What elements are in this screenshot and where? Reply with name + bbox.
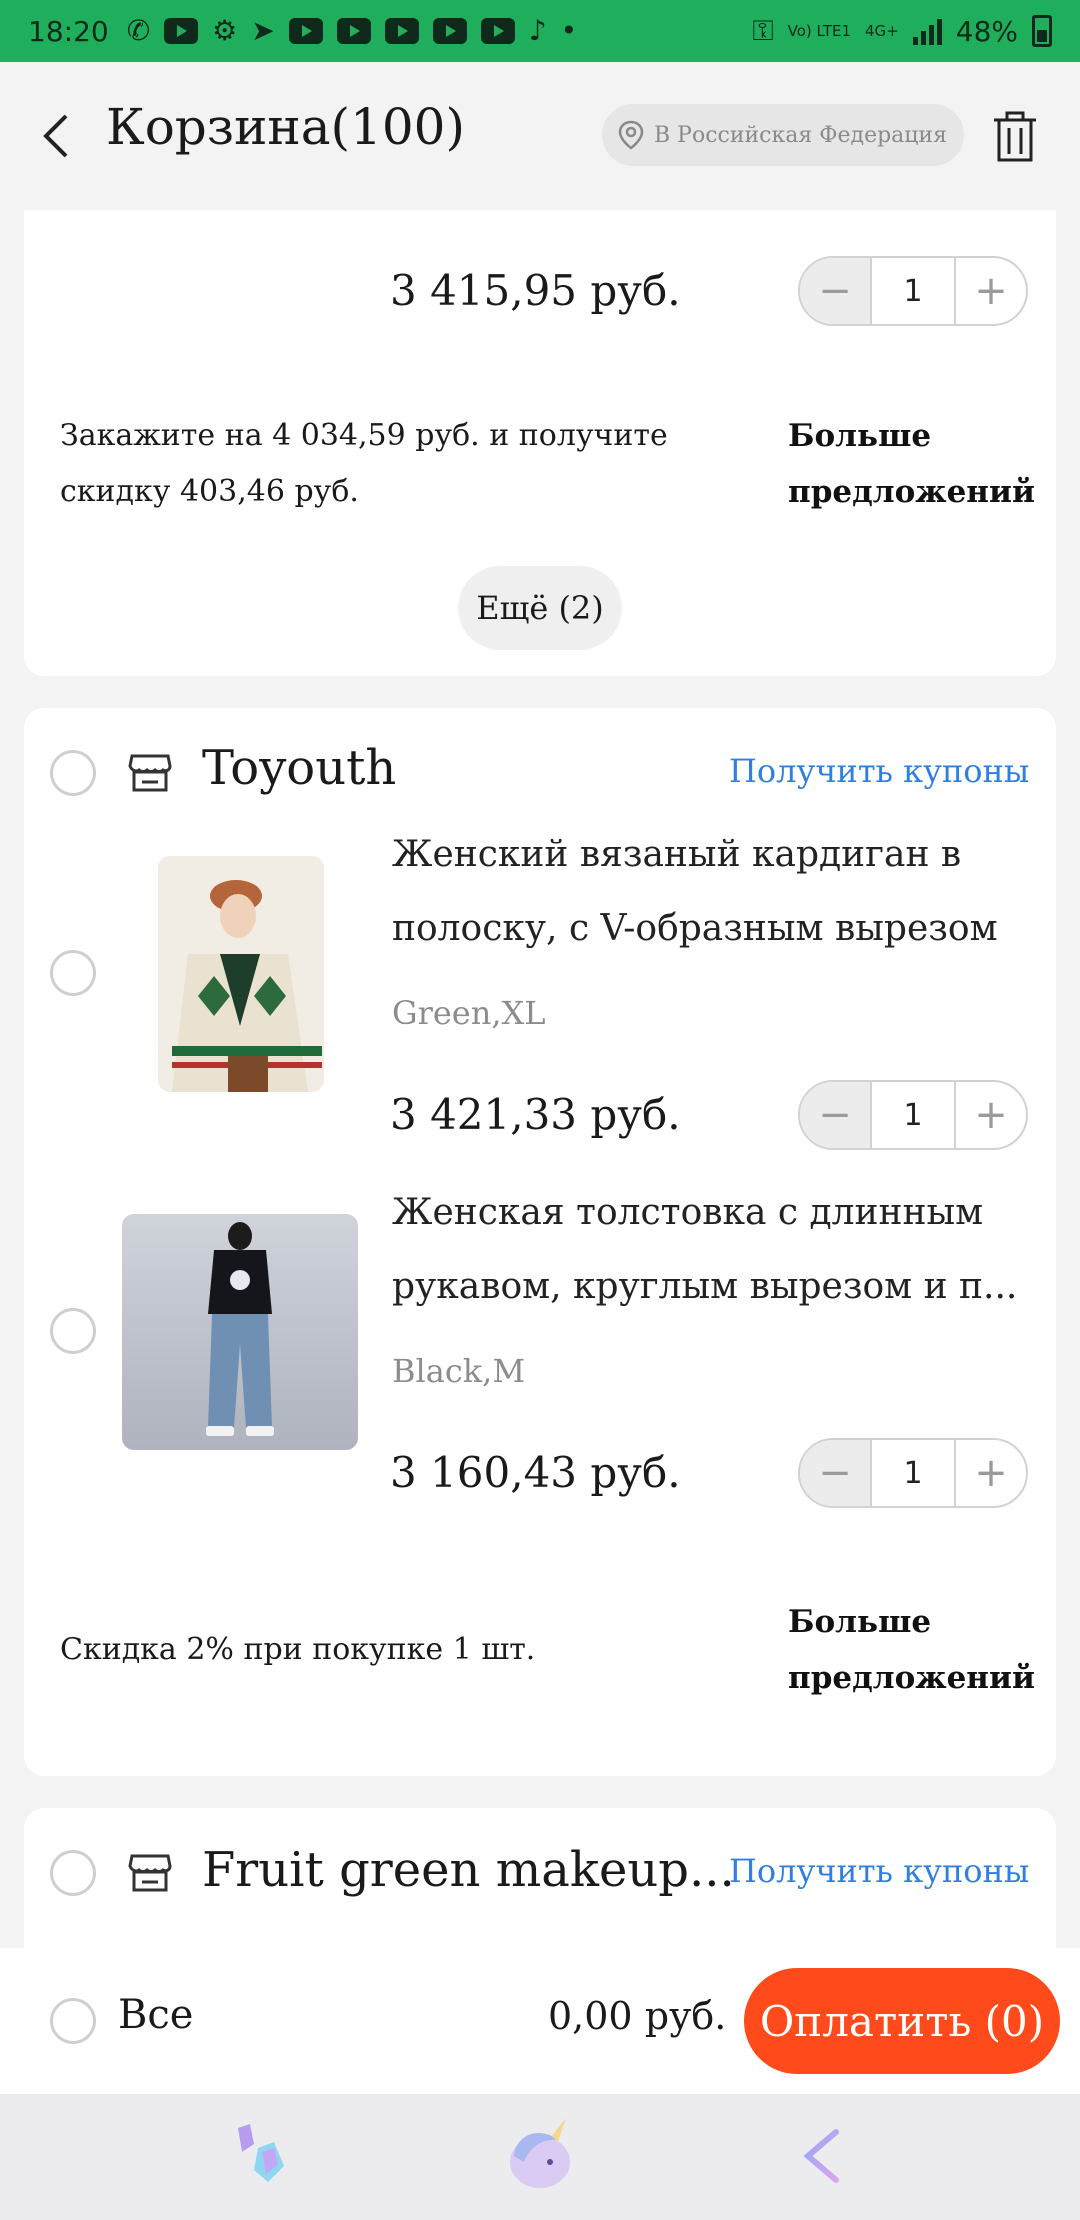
store-select-checkbox[interactable]: [50, 1850, 96, 1896]
youtube-icon: [384, 18, 419, 44]
cart-header: Корзина(100) В Российская Федерация: [0, 62, 1080, 210]
item-select-checkbox[interactable]: [50, 950, 96, 996]
item-price: 3 415,95 руб.: [390, 266, 681, 315]
youtube-icon: [288, 18, 323, 44]
quantity-stepper: − 1 +: [798, 256, 1028, 326]
battery-icon: [1032, 15, 1052, 47]
increase-button[interactable]: +: [954, 1440, 1026, 1506]
item-price: 3 421,33 руб.: [390, 1090, 681, 1139]
region-selector[interactable]: В Российская Федерация: [602, 104, 964, 166]
key-icon: ⚿: [752, 14, 774, 47]
promo-text: Скидка 2% при покупке 1 шт.: [60, 1632, 536, 1667]
sweatshirt-photo-icon: [122, 1214, 358, 1450]
get-coupons-link[interactable]: Получить купоны: [729, 752, 1029, 790]
more-offers-label: Больше: [788, 1604, 932, 1640]
back-nav-icon[interactable]: [800, 2126, 844, 2186]
increase-button[interactable]: +: [954, 258, 1026, 324]
quantity-stepper: − 1 +: [798, 1080, 1028, 1150]
decrease-button[interactable]: −: [800, 258, 872, 324]
get-coupons-link[interactable]: Получить купоны: [729, 1852, 1029, 1890]
product-image[interactable]: [122, 1214, 358, 1450]
quantity-value[interactable]: 1: [872, 1440, 954, 1506]
youtube-icon: [336, 18, 371, 44]
product-title-line: рукавом, круглым вырезом и п...: [392, 1266, 1018, 1307]
show-more-button[interactable]: Ещё (2): [458, 566, 622, 650]
promo-line: Закажите на 4 034,59 руб. и получите: [60, 418, 668, 453]
item-price: 3 160,43 руб.: [390, 1448, 681, 1497]
cart-store-card: Toyouth Получить купоны Женский вязаный …: [24, 708, 1056, 1776]
product-variant[interactable]: Green,XL: [392, 994, 546, 1032]
trash-icon[interactable]: [990, 110, 1040, 164]
product-title-line: Женский вязаный кардиган в: [392, 834, 962, 875]
select-all-label[interactable]: Все: [118, 1992, 193, 2038]
region-label: В Российская Федерация: [654, 122, 947, 148]
cardigan-photo-icon: [158, 856, 324, 1092]
quantity-value[interactable]: 1: [872, 1082, 954, 1148]
decrease-button[interactable]: −: [800, 1440, 872, 1506]
tiktok-icon: ♪: [528, 14, 547, 47]
store-name[interactable]: Fruit green makeup...: [202, 1842, 735, 1898]
youtube-icon: [432, 18, 467, 44]
youtube-icon: [480, 18, 515, 44]
store-select-checkbox[interactable]: [50, 750, 96, 796]
product-title-line: полоску, с V-образным вырезом: [392, 908, 998, 949]
net-type-label: 4G+: [865, 22, 899, 40]
more-offers-label: Больше: [788, 418, 932, 454]
page-title: Корзина(100): [106, 98, 465, 156]
store-icon: [128, 1854, 172, 1892]
product-image[interactable]: [158, 856, 324, 1092]
more-offers-link[interactable]: Больше предложений: [788, 408, 1035, 520]
dot-icon: •: [560, 14, 578, 47]
back-arrow-icon[interactable]: [36, 112, 76, 160]
notification-icons: ✆ ⚙ ➤ ♪ •: [127, 17, 577, 45]
item-select-checkbox[interactable]: [50, 1308, 96, 1354]
store-icon: [128, 754, 172, 792]
system-nav-bar: [0, 2094, 1080, 2220]
unicorn-icon[interactable]: [500, 2116, 580, 2194]
more-offers-label: предложений: [788, 1660, 1035, 1696]
product-variant[interactable]: Black,M: [392, 1352, 525, 1390]
phone-icon: ✆: [126, 14, 151, 47]
quantity-value[interactable]: 1: [872, 258, 954, 324]
youtube-icon: [164, 18, 199, 44]
promo-text: Закажите на 4 034,59 руб. и получите ски…: [60, 408, 668, 520]
status-time: 18:20: [28, 14, 109, 48]
cart-store-card: 3 415,95 руб. − 1 + Закажите на 4 034,59…: [24, 210, 1056, 676]
status-bar: 18:20 ✆ ⚙ ➤ ♪ • ⚿ Vo) LTE1 4G+ 48%: [0, 0, 1080, 62]
network-label: Vo) LTE1: [787, 22, 852, 40]
cart-store-card: Fruit green makeup... Получить купоны: [24, 1808, 1056, 1948]
promo-line: скидку 403,46 руб.: [60, 474, 359, 509]
store-name[interactable]: Toyouth: [202, 740, 396, 796]
telegram-icon: ➤: [251, 14, 275, 47]
quantity-stepper: − 1 +: [798, 1438, 1028, 1508]
product-title-line: Женская толстовка с длинным: [392, 1192, 984, 1233]
select-all-checkbox[interactable]: [50, 1998, 96, 2044]
crystals-icon[interactable]: [228, 2122, 292, 2192]
total-price: 0,00 руб.: [548, 1994, 727, 2038]
battery-percent: 48%: [955, 14, 1018, 48]
location-pin-icon: [618, 120, 644, 150]
pay-button[interactable]: Оплатить (0): [744, 1968, 1060, 2074]
settings-icon: ⚙: [212, 14, 238, 47]
more-offers-label: предложений: [788, 474, 1035, 510]
more-offers-link[interactable]: Больше предложений: [788, 1594, 1035, 1706]
increase-button[interactable]: +: [954, 1082, 1026, 1148]
decrease-button[interactable]: −: [800, 1082, 872, 1148]
checkout-bar: Все 0,00 руб. Оплатить (0): [0, 1948, 1080, 2094]
product-title[interactable]: Женский вязаный кардиган в полоску, с V-…: [392, 818, 1080, 966]
product-title[interactable]: Женская толстовка с длинным рукавом, кру…: [392, 1176, 1080, 1324]
signal-icon: [912, 17, 942, 45]
